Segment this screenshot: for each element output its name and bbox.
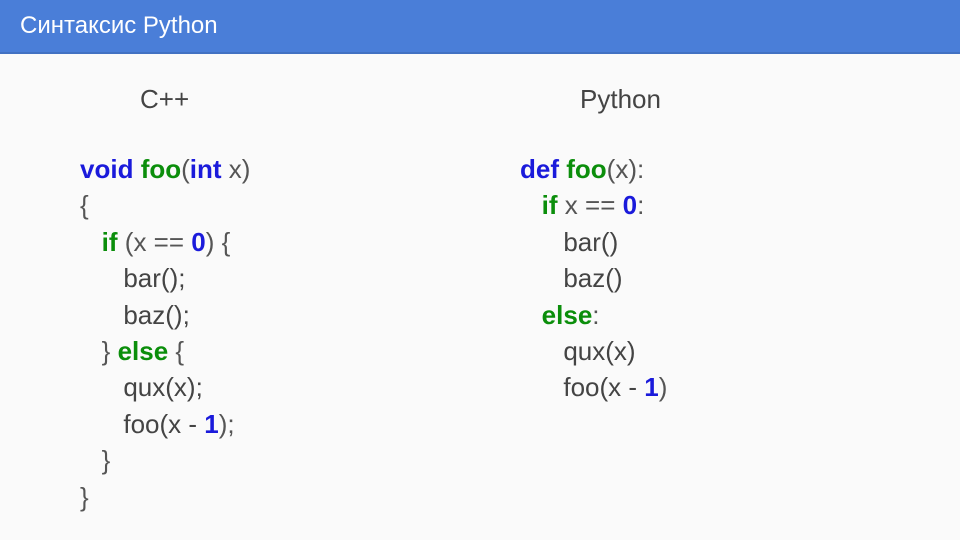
python-title: Python	[580, 84, 900, 115]
call-bar-py: bar()	[563, 227, 618, 257]
call-foo-pre-py: foo(x -	[563, 372, 644, 402]
cpp-title: C++	[140, 84, 460, 115]
call-foo-pre: foo(x -	[123, 409, 204, 439]
sig-rest: (x):	[607, 154, 645, 184]
python-code: def foo(x): if x == 0: bar() baz() else:…	[520, 151, 900, 406]
fn-foo-py: foo	[566, 154, 606, 184]
kw-def: def	[520, 154, 559, 184]
call-baz-py: baz()	[563, 263, 622, 293]
call-qux-py: qux(x)	[563, 336, 635, 366]
brace-inner: }	[102, 445, 111, 475]
call-foo-post-py: )	[659, 372, 668, 402]
kw-int: int	[190, 154, 222, 184]
slide-header: Синтаксис Python	[0, 0, 960, 54]
kw-void: void	[80, 154, 133, 184]
call-foo-post: );	[219, 409, 235, 439]
brace: {	[80, 190, 89, 220]
if-post-py: :	[637, 190, 644, 220]
kw-else-py: else	[542, 300, 593, 330]
if-cond-pre: (x ==	[118, 227, 192, 257]
brace-close: }	[102, 336, 118, 366]
fn-foo: foo	[141, 154, 181, 184]
call-baz: baz();	[123, 300, 189, 330]
if-cond-post: ) {	[206, 227, 231, 257]
paren-open: (	[181, 154, 190, 184]
if-pre-py: x ==	[558, 190, 623, 220]
python-column: Python def foo(x): if x == 0: bar() baz(…	[520, 84, 900, 515]
num-one-py: 1	[644, 372, 658, 402]
cpp-code: void foo(int x) { if (x == 0) { bar(); b…	[80, 151, 460, 515]
num-zero-py: 0	[623, 190, 637, 220]
num-one: 1	[204, 409, 218, 439]
param-x: x)	[222, 154, 251, 184]
brace-open: {	[168, 336, 184, 366]
kw-else: else	[118, 336, 169, 366]
cpp-column: C++ void foo(int x) { if (x == 0) { bar(…	[80, 84, 460, 515]
else-colon: :	[592, 300, 599, 330]
kw-if: if	[102, 227, 118, 257]
slide-title: Синтаксис Python	[20, 12, 218, 39]
num-zero: 0	[191, 227, 205, 257]
slide-content: C++ void foo(int x) { if (x == 0) { bar(…	[0, 54, 960, 515]
call-bar: bar();	[123, 263, 185, 293]
brace-outer: }	[80, 482, 89, 512]
call-qux: qux(x);	[123, 372, 202, 402]
kw-if-py: if	[542, 190, 558, 220]
